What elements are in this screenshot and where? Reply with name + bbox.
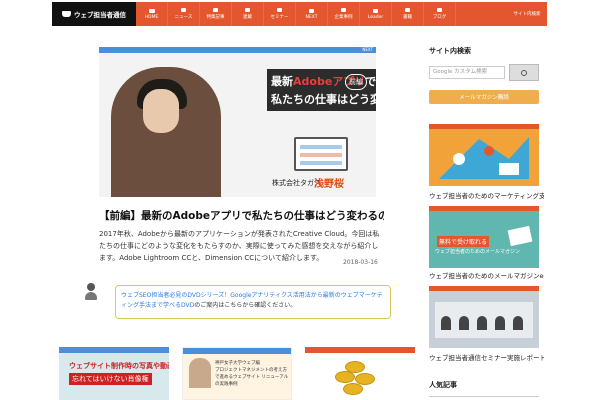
nav-item-series[interactable]: 連載 — [232, 2, 264, 26]
book-icon — [245, 8, 250, 12]
subscribe-button[interactable]: メールマガジン購読 — [429, 90, 539, 104]
pen-icon — [437, 8, 442, 12]
graduation-cap-icon — [62, 11, 71, 17]
notice-bubble: ウェブSEO担当者必見のDVDシリーズ！Googleアナリティクス活用法から最新… — [115, 285, 391, 319]
promo-line2: ウェブ担当者のためのメールマガジン — [435, 249, 521, 255]
card-text: プロジェクトマネジメントの考え方で進めるウェブサイト リニューアルの実践事例 — [215, 368, 289, 387]
search-icon — [521, 69, 527, 76]
nav-item-books[interactable]: 書籍 — [392, 2, 424, 26]
nav-item-leader[interactable]: Leader — [360, 2, 392, 26]
hero-author: 浅野桜 — [314, 179, 344, 190]
card-line2: 忘れてはいけない肖像権 — [69, 373, 152, 385]
hero-badge: NEXT — [359, 47, 376, 53]
nav-items: HOME ニュース 特集記事 連載 セミナー NEXT 企業事例 Leader … — [136, 2, 507, 26]
sidebar-search-button[interactable] — [509, 64, 539, 81]
sidebar-banner-marketing[interactable] — [429, 124, 539, 186]
sidebar-search-input[interactable]: Google カスタム検索 — [429, 66, 505, 79]
news-icon — [181, 8, 186, 12]
promo-line1: 無料で受け取れる — [437, 236, 490, 247]
related-card-portrait-rights[interactable]: ウェブサイト制作時の写真や動画撮影で 忘れてはいけない肖像権 — [59, 347, 169, 400]
notice-link-dvd2[interactable]: DVD — [181, 302, 194, 309]
sidebar-caption-seminar[interactable]: ウェブ担当者通信セミナー実施レポート — [429, 352, 544, 362]
author-photo — [111, 67, 221, 197]
top-navigation: ウェブ担当者通信 HOME ニュース 特集記事 連載 セミナー NEXT 企業事… — [52, 2, 547, 26]
notice-text: のご案内はこちらから確認ください。 — [194, 302, 297, 309]
site-logo[interactable]: ウェブ担当者通信 — [52, 2, 136, 26]
hero-part-pill: 前編 — [345, 74, 367, 90]
coin-icon — [335, 371, 355, 383]
person-icon — [277, 8, 282, 12]
sidebar-popular-heading: 人気記事 — [429, 381, 457, 389]
building-icon — [341, 8, 346, 12]
sidebar-search-heading: サイト内検索 — [429, 47, 471, 55]
nav-search-button[interactable]: サイト内検索 — [507, 2, 547, 26]
home-icon — [148, 8, 155, 13]
rocket-icon — [309, 8, 314, 13]
star-icon — [373, 8, 378, 13]
marketing-illustration-icon — [439, 137, 529, 179]
article-date: 2018-03-16 — [343, 259, 378, 266]
sidebar-caption-marketing[interactable]: ウェブ担当者のためのマーケティング支援 — [429, 190, 544, 200]
card-header: 神戸女子大学ウェブ編 — [215, 361, 260, 366]
sidebar-divider — [429, 396, 539, 400]
monitor-illustration-icon — [294, 137, 348, 171]
site-logo-text: ウェブ担当者通信 — [74, 11, 126, 19]
nav-item-home[interactable]: HOME — [136, 2, 168, 26]
card-line1: ウェブサイト制作時の写真や動画撮影で — [69, 362, 169, 370]
author-avatar-icon — [84, 283, 98, 301]
nav-item-seminar[interactable]: セミナー — [264, 2, 296, 26]
speaker-photo — [189, 358, 211, 388]
envelope-icon — [507, 225, 533, 247]
nav-item-cases[interactable]: 企業事例 — [328, 2, 360, 26]
coin-icon — [343, 383, 363, 395]
article-title[interactable]: 【前編】最新のAdobeアプリで私たちの仕事はどう変わるのか？ — [99, 208, 384, 223]
hero-image[interactable]: NEXT 最新Adobeアプリで 前編 私たちの仕事はどう変わるのか？ 株式会社… — [99, 47, 376, 197]
nav-item-features[interactable]: 特集記事 — [200, 2, 232, 26]
sidebar-banner-mailmag[interactable]: 無料で受け取れる ウェブ担当者のためのメールマガジン — [429, 206, 539, 268]
notice-link-dvd[interactable]: ウェブSEO担当者必見のDVDシリーズ！ — [121, 292, 230, 299]
nav-item-news[interactable]: ニュース — [168, 2, 200, 26]
nav-item-next[interactable]: NEXT — [296, 2, 328, 26]
hero-topbar — [99, 47, 376, 53]
book-open-icon — [405, 8, 410, 12]
article-excerpt: 2017年秋、Adobeから最新のアプリケーションが発表されたCreative … — [99, 230, 380, 262]
folder-icon — [213, 8, 218, 12]
related-card-coins[interactable] — [305, 347, 415, 400]
sidebar-caption-mailmag[interactable]: ウェブ担当者のためのメールマガジンe通信 — [429, 270, 544, 280]
related-card-renewal[interactable]: 神戸女子大学ウェブ編 プロジェクトマネジメントの考え方で進めるウェブサイト リニ… — [182, 347, 292, 400]
hero-title-line2: 私たちの仕事はどう変わるのか？ — [271, 93, 376, 106]
nav-item-blog[interactable]: ブログ — [424, 2, 456, 26]
sidebar-banner-seminar[interactable] — [429, 286, 539, 348]
